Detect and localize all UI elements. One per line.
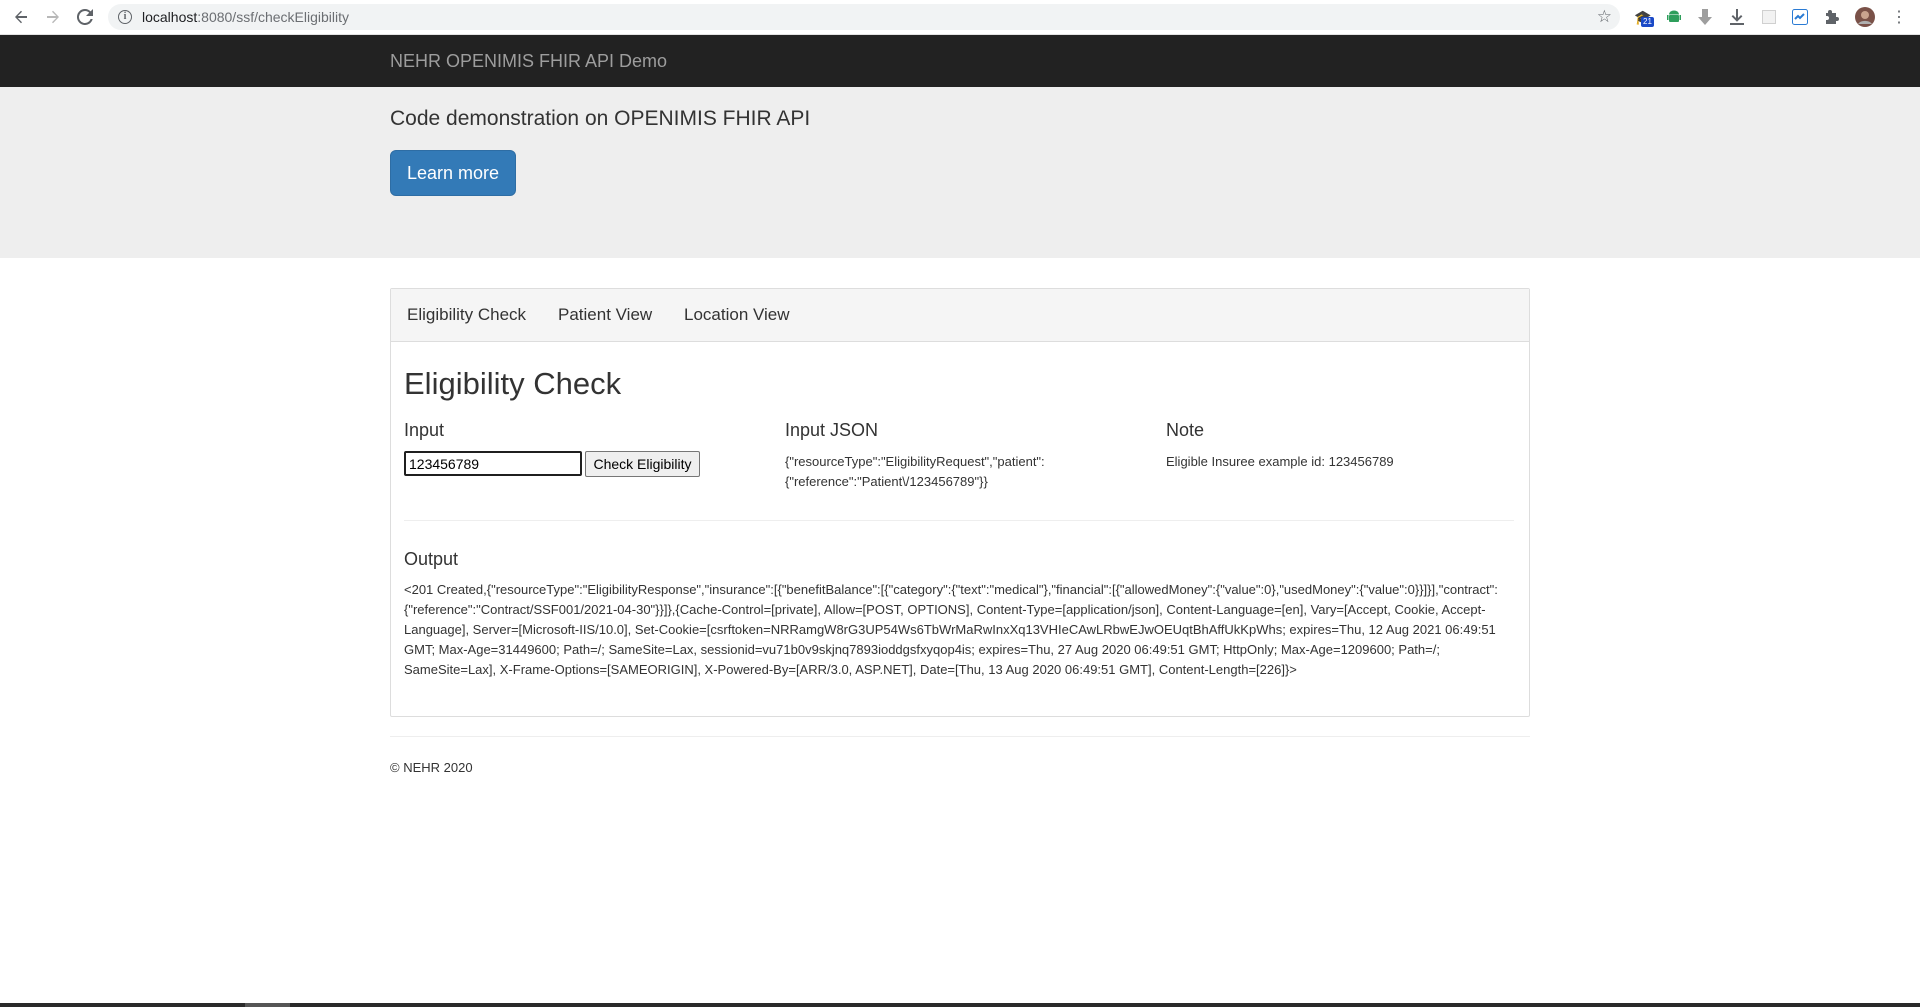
input-json-text: {"resourceType":"EligibilityRequest","pa… <box>785 454 1045 489</box>
insuree-id-input[interactable] <box>404 451 582 476</box>
output-text: <201 Created,{"resourceType":"Eligibilit… <box>404 582 1498 677</box>
reload-icon[interactable] <box>74 6 96 28</box>
tab-eligibility-check[interactable]: Eligibility Check <box>407 305 526 325</box>
jumbotron-lead: Code demonstration on OPENIMIS FHIR API <box>390 107 811 130</box>
page-title: Eligibility Check <box>404 366 622 401</box>
input-label: Input <box>404 420 445 440</box>
navbar: NEHR OPENIMIS FHIR API Demo <box>0 35 1920 87</box>
footer-divider <box>390 736 1530 737</box>
android-extension-icon[interactable] <box>1664 7 1684 27</box>
output-label: Output <box>404 549 459 569</box>
note-label: Note <box>1166 420 1205 440</box>
taskbar-segment <box>245 1003 290 1007</box>
forward-arrow-icon[interactable] <box>42 6 64 28</box>
puzzle-extensions-icon[interactable] <box>1822 7 1842 27</box>
learn-more-button[interactable]: Learn more <box>390 150 516 196</box>
note-text: Eligible Insuree example id: 123456789 <box>1166 454 1394 469</box>
info-icon[interactable]: i <box>118 10 132 24</box>
check-eligibility-button[interactable]: Check Eligibility <box>585 451 700 477</box>
address-bar[interactable]: i localhost:8080/ssf/checkEligibility ☆ <box>108 4 1620 30</box>
tab-bar: Eligibility Check Patient View Location … <box>391 289 1529 342</box>
input-json-label: Input JSON <box>785 420 879 440</box>
extension-badge: 21 <box>1641 17 1654 27</box>
footer-copyright: © NEHR 2020 <box>390 760 473 775</box>
screenshot-extension-icon[interactable] <box>1790 7 1810 27</box>
navbar-brand[interactable]: NEHR OPENIMIS FHIR API Demo <box>390 51 667 72</box>
menu-kebab-icon[interactable]: ⋮ <box>1889 7 1909 27</box>
downloads-icon[interactable] <box>1727 7 1747 27</box>
browser-toolbar: i localhost:8080/ssf/checkEligibility ☆ … <box>0 0 1920 35</box>
tab-patient-view[interactable]: Patient View <box>558 305 652 325</box>
url-text: localhost:8080/ssf/checkEligibility <box>142 9 350 25</box>
profile-avatar-icon[interactable] <box>1855 7 1875 27</box>
taskbar-edge <box>0 1003 1920 1007</box>
back-arrow-icon[interactable] <box>10 6 32 28</box>
download-arrow-extension-icon[interactable] <box>1695 7 1715 27</box>
divider <box>404 520 1514 521</box>
blank-extension-icon[interactable] <box>1759 7 1779 27</box>
jumbotron: Code demonstration on OPENIMIS FHIR API … <box>0 87 1920 258</box>
tab-location-view[interactable]: Location View <box>684 305 790 325</box>
main-panel: Eligibility Check Patient View Location … <box>390 288 1530 717</box>
bookmark-star-icon[interactable]: ☆ <box>1597 7 1612 27</box>
